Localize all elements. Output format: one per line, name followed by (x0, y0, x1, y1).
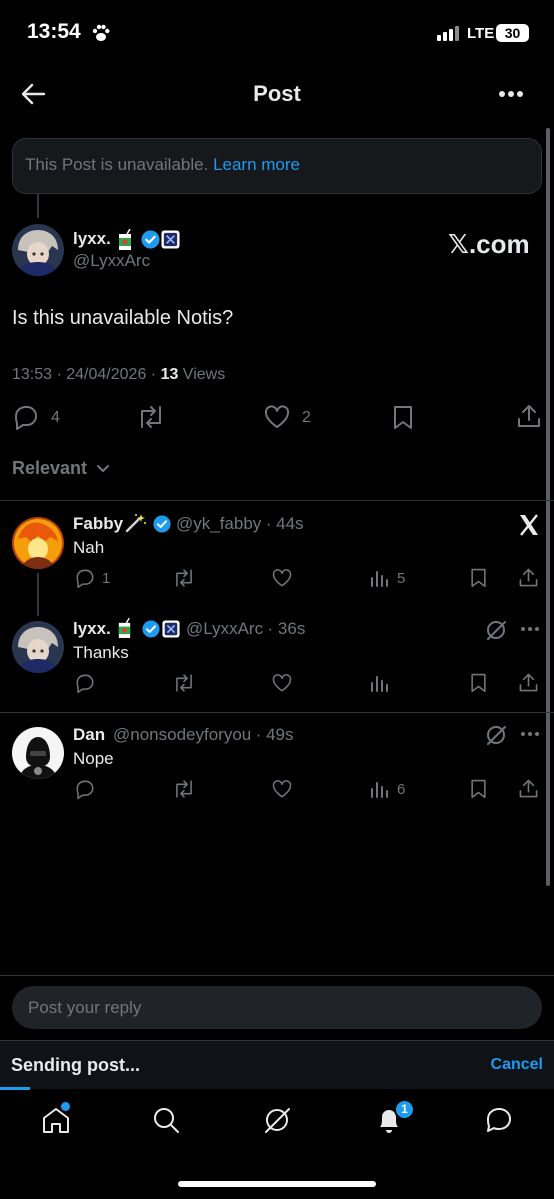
scrollbar[interactable] (546, 128, 550, 886)
views-count: 5 (397, 570, 406, 587)
views-count: 13 (160, 366, 179, 383)
page-title: Post (253, 81, 301, 106)
sending-bar: Sending post... Cancel (0, 1040, 554, 1089)
more-options-icon[interactable] (520, 626, 540, 632)
share-icon[interactable] (518, 672, 539, 693)
unread-dot (61, 1102, 70, 1111)
sort-dropdown[interactable]: Relevant (12, 458, 87, 479)
reply-handle[interactable]: @nonsodeyforyou (113, 725, 251, 744)
views-icon[interactable] (370, 779, 390, 799)
repost-icon[interactable] (136, 403, 166, 431)
sort-label: Relevant (12, 458, 88, 478)
like-icon[interactable] (271, 779, 293, 799)
bookmark-icon[interactable] (469, 567, 488, 588)
juice-emoji-icon (116, 618, 133, 639)
views-label: Views (178, 366, 226, 383)
sending-progress (0, 1087, 30, 1090)
avatar[interactable] (12, 517, 64, 569)
like-icon[interactable] (263, 404, 291, 430)
reply-icon[interactable] (74, 779, 96, 799)
reply-handle[interactable]: @yk_fabby (176, 514, 261, 533)
bookmark-icon[interactable] (469, 672, 488, 693)
network-label: LTE (467, 25, 495, 42)
reply-icon[interactable] (12, 404, 40, 430)
reply-input[interactable]: Post your reply (12, 986, 542, 1029)
reply-text: Thanks (73, 643, 129, 662)
unavailable-banner: This Post is unavailable. Learn more (12, 138, 542, 194)
verified-badge-icon (142, 620, 160, 638)
share-icon[interactable] (518, 567, 539, 588)
avatar[interactable] (12, 727, 64, 779)
avatar[interactable] (12, 621, 64, 673)
cancel-button[interactable]: Cancel (491, 1056, 543, 1074)
views-count: 6 (397, 781, 406, 798)
reply-time: · 36s (267, 619, 306, 638)
reply-count: 1 (102, 570, 111, 587)
reply-count: 4 (51, 409, 60, 426)
reply-handle[interactable]: @LyxxArc (186, 619, 263, 638)
views-icon[interactable] (370, 673, 390, 693)
learn-more-link[interactable]: Learn more (213, 155, 300, 174)
like-icon[interactable] (271, 568, 293, 588)
home-icon[interactable] (40, 1102, 72, 1136)
reply-icon[interactable] (74, 568, 96, 588)
thread-line (37, 194, 39, 218)
reply-time: · 49s (255, 725, 294, 744)
juice-emoji-icon (116, 229, 134, 251)
chevron-down-icon[interactable] (96, 464, 110, 474)
share-icon[interactable] (518, 778, 539, 799)
thread-line (37, 573, 39, 616)
paw-icon (91, 24, 111, 42)
reply-author-name[interactable]: lyxx. (73, 619, 111, 638)
reply-author-name[interactable]: Dan (73, 725, 105, 744)
repost-icon[interactable] (172, 567, 196, 589)
more-options-icon[interactable] (498, 90, 524, 98)
grok-icon[interactable] (485, 724, 507, 746)
search-icon[interactable] (151, 1105, 181, 1135)
repost-icon[interactable] (172, 778, 196, 800)
notifications-badge: 1 (394, 1099, 415, 1120)
grok-icon[interactable] (485, 619, 507, 641)
reply-time: · 44s (265, 514, 304, 533)
signal-icon (437, 25, 459, 41)
reply-text: Nah (73, 538, 105, 557)
magic-wand-icon (125, 513, 147, 533)
sending-label: Sending post... (11, 1055, 140, 1075)
affiliate-badge-icon (161, 230, 180, 249)
post-timestamp: 13:53 · 24/04/2026 · (12, 366, 161, 383)
bookmark-icon[interactable] (469, 778, 488, 799)
messages-icon[interactable] (484, 1105, 514, 1135)
divider (0, 712, 554, 713)
reply-icon[interactable] (74, 673, 96, 693)
share-icon[interactable] (516, 403, 542, 429)
reply-placeholder: Post your reply (28, 998, 142, 1017)
x-com-watermark: 𝕏.com (448, 229, 530, 259)
verified-badge-icon (141, 230, 160, 249)
verified-badge-icon (153, 515, 171, 533)
more-options-icon[interactable] (520, 731, 540, 737)
grok-icon[interactable] (262, 1105, 292, 1135)
status-time: 13:54 (27, 20, 81, 43)
avatar[interactable] (12, 224, 64, 276)
like-icon[interactable] (271, 673, 293, 693)
x-logo-icon (518, 514, 540, 536)
author-name[interactable]: lyxx. (73, 229, 111, 248)
post-meta: 13:53 · 24/04/2026 · 13 Views (12, 366, 225, 384)
reply-text: Nope (73, 749, 114, 768)
divider (0, 975, 554, 976)
post-text: Is this unavailable Notis? (12, 307, 234, 329)
repost-icon[interactable] (172, 672, 196, 694)
views-icon[interactable] (370, 568, 390, 588)
unavailable-text: This Post is unavailable. (25, 155, 209, 174)
divider (0, 500, 554, 501)
affiliate-badge-icon (162, 620, 180, 638)
battery-indicator: 30 (496, 24, 529, 42)
home-indicator[interactable] (178, 1181, 376, 1187)
like-count: 2 (302, 409, 311, 426)
bookmark-icon[interactable] (391, 404, 415, 430)
reply-author-name[interactable]: Fabby (73, 514, 123, 533)
author-handle[interactable]: @LyxxArc (73, 251, 150, 270)
